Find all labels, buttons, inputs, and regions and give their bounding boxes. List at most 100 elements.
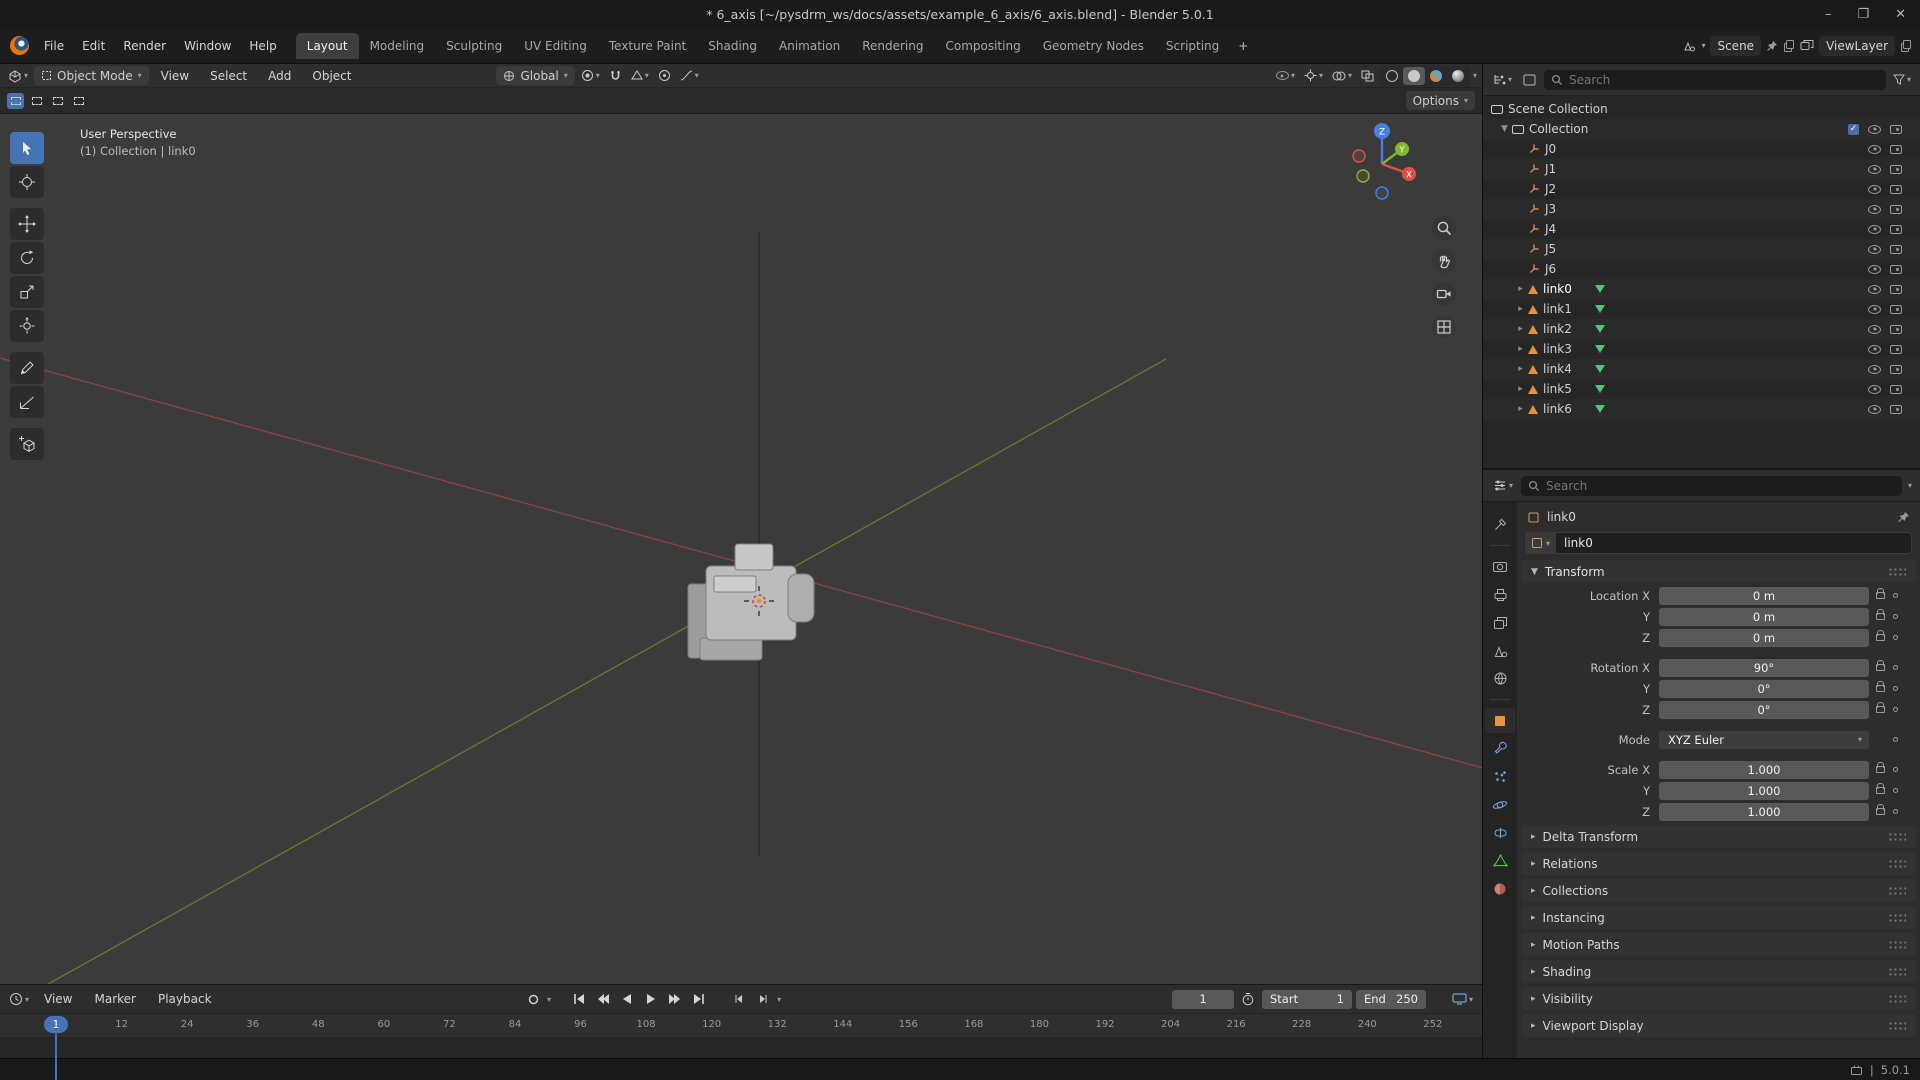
panel-drag-handle[interactable]: [1888, 967, 1906, 976]
scene-name[interactable]: Scene: [1710, 36, 1761, 56]
location-x-field[interactable]: 0 m: [1659, 587, 1869, 605]
tab-scripting[interactable]: Scripting: [1155, 33, 1230, 59]
outliner-search[interactable]: [1544, 70, 1886, 90]
section-viewport-display[interactable]: ▸Viewport Display: [1521, 1014, 1916, 1037]
menu-window[interactable]: Window: [175, 35, 240, 57]
properties-editor-type-button[interactable]: ▾: [1491, 476, 1515, 496]
tab-scene[interactable]: [1485, 638, 1515, 663]
frame-snap-chevron[interactable]: ▾: [777, 995, 781, 1004]
expand-arrow-icon[interactable]: ▸: [1513, 304, 1528, 314]
animate-dot[interactable]: [1893, 614, 1898, 619]
orientation-dropdown[interactable]: Global▾: [496, 66, 574, 85]
timeline-track-area[interactable]: [0, 1037, 1482, 1058]
expand-arrow-icon[interactable]: ▸: [1513, 364, 1528, 374]
lock-icon[interactable]: [1876, 634, 1885, 641]
tab-material[interactable]: [1485, 876, 1515, 901]
frame-step-forward-button[interactable]: [753, 989, 773, 1009]
current-frame-field[interactable]: 1: [1172, 990, 1234, 1009]
pin-id-icon[interactable]: [1897, 511, 1910, 524]
jump-next-keyframe-button[interactable]: [665, 989, 685, 1009]
animate-dot[interactable]: [1893, 809, 1898, 814]
row-scene-collection[interactable]: Scene Collection: [1483, 99, 1920, 119]
add-workspace-button[interactable]: +: [1230, 35, 1256, 57]
shading-material-button[interactable]: [1425, 67, 1447, 85]
viewport-menu-view[interactable]: View: [152, 65, 198, 87]
properties-search-input[interactable]: [1546, 479, 1895, 493]
tab-compositing[interactable]: Compositing: [934, 33, 1031, 59]
jump-to-start-button[interactable]: [569, 989, 589, 1009]
tab-animation[interactable]: Animation: [768, 33, 851, 59]
panel-drag-handle[interactable]: [1888, 832, 1906, 841]
id-type-button[interactable]: ▾: [1525, 532, 1556, 554]
panel-drag-handle[interactable]: [1888, 859, 1906, 868]
snap-settings-button[interactable]: ▾: [628, 66, 652, 85]
animate-dot[interactable]: [1893, 686, 1898, 691]
hide-viewport-icon[interactable]: [1868, 125, 1881, 134]
minimize-button[interactable]: –: [1825, 7, 1832, 22]
section-motion-paths[interactable]: ▸Motion Paths: [1521, 933, 1916, 956]
panel-drag-handle[interactable]: [1888, 994, 1906, 1003]
tab-view-layer[interactable]: [1485, 610, 1515, 635]
scene-browse-chevron[interactable]: ▾: [1701, 41, 1705, 50]
proportional-falloff-button[interactable]: ▾: [677, 66, 702, 85]
tab-modifiers[interactable]: [1485, 736, 1515, 761]
lock-icon[interactable]: [1876, 664, 1885, 671]
jump-prev-keyframe-button[interactable]: [593, 989, 613, 1009]
tab-shading[interactable]: Shading: [697, 33, 768, 59]
viewport-menu-object[interactable]: Object: [303, 65, 360, 87]
shading-wireframe-button[interactable]: [1381, 67, 1403, 85]
expand-arrow-icon[interactable]: ▸: [1513, 404, 1528, 414]
pan-hand-icon[interactable]: [1432, 249, 1456, 273]
screen-sync-button[interactable]: ▾: [1450, 989, 1475, 1009]
outliner-display-mode-button[interactable]: [1519, 70, 1539, 90]
row-j5[interactable]: J5: [1483, 239, 1920, 259]
proportional-editing-icon[interactable]: [655, 66, 674, 85]
timeline-menu-playback[interactable]: Playback: [149, 988, 221, 1010]
menu-edit[interactable]: Edit: [73, 35, 114, 57]
animate-dot[interactable]: [1893, 665, 1898, 670]
jump-to-end-button[interactable]: [689, 989, 709, 1009]
disable-render-icon[interactable]: [1890, 125, 1902, 134]
proper­ties-filter-chevron[interactable]: ▾: [1908, 481, 1912, 490]
scale-y-field[interactable]: 1.000: [1659, 782, 1869, 800]
tab-tool[interactable]: [1485, 512, 1515, 537]
scene-browse-icon[interactable]: [1682, 39, 1696, 53]
camera-view-icon[interactable]: [1432, 282, 1456, 306]
object-name-input[interactable]: [1556, 532, 1912, 554]
new-scene-icon[interactable]: [1783, 40, 1795, 52]
lock-icon[interactable]: [1876, 685, 1885, 692]
scale-z-field[interactable]: 1.000: [1659, 803, 1869, 821]
section-instancing[interactable]: ▸Instancing: [1521, 906, 1916, 929]
lock-icon[interactable]: [1876, 787, 1885, 794]
tab-modeling[interactable]: Modeling: [359, 33, 436, 59]
row-collection[interactable]: ▼ Collection ✓: [1483, 119, 1920, 139]
tab-world[interactable]: [1485, 666, 1515, 691]
rotation-y-field[interactable]: 0°: [1659, 680, 1869, 698]
row-link0[interactable]: ▸link0: [1483, 279, 1920, 299]
add-cube-tool[interactable]: [10, 428, 44, 460]
lock-icon[interactable]: [1876, 766, 1885, 773]
gizmos-toggle-button[interactable]: ▾: [1301, 66, 1326, 85]
select-box-tool[interactable]: [10, 132, 44, 164]
stopwatch-icon[interactable]: [1238, 989, 1258, 1009]
select-mode-extend-button[interactable]: [28, 93, 45, 109]
rotate-tool[interactable]: [10, 242, 44, 274]
section-shading[interactable]: ▸Shading: [1521, 960, 1916, 983]
section-relations[interactable]: ▸Relations: [1521, 852, 1916, 875]
tab-physics[interactable]: [1485, 792, 1515, 817]
expand-arrow-icon[interactable]: ▸: [1513, 284, 1528, 294]
timeline-ruler[interactable]: 1 12 24 36 48 60 72 84 96 108 120 132 14…: [0, 1013, 1482, 1037]
row-j1[interactable]: J1: [1483, 159, 1920, 179]
animate-dot[interactable]: [1893, 593, 1898, 598]
visibility-dropdown[interactable]: ▾: [1273, 66, 1298, 85]
pin-scene-icon[interactable]: [1766, 40, 1778, 52]
snap-magnet-icon[interactable]: [606, 66, 625, 85]
animate-dot[interactable]: [1893, 788, 1898, 793]
menu-file[interactable]: File: [35, 35, 73, 57]
expand-arrow-icon[interactable]: ▸: [1513, 344, 1528, 354]
lock-icon[interactable]: [1876, 706, 1885, 713]
location-y-field[interactable]: 0 m: [1659, 608, 1869, 626]
row-j2[interactable]: J2: [1483, 179, 1920, 199]
menu-help[interactable]: Help: [240, 35, 285, 57]
tab-render[interactable]: [1485, 554, 1515, 579]
